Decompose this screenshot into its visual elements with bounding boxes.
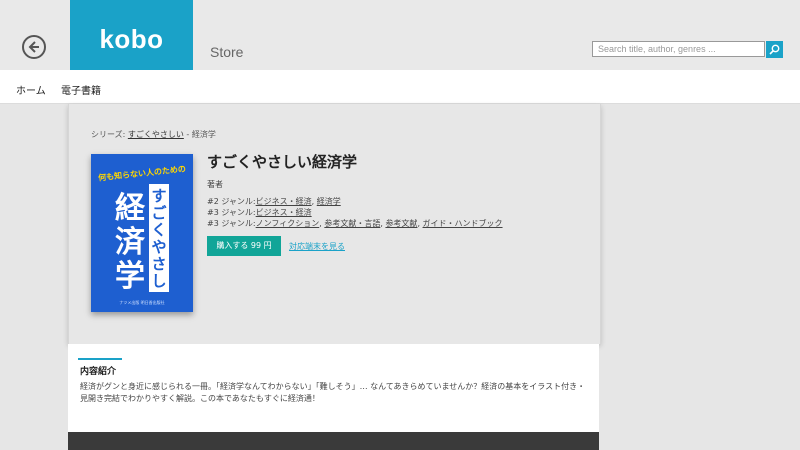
description-panel: 内容紹介 経済がグンと身近に感じられる一冊。「経済学なんてわからない」「難しそう… [68, 344, 599, 432]
cover-subtitle-box: すごくやさしい [149, 184, 169, 307]
genre-link[interactable]: 参考文献 [385, 219, 417, 228]
heading-accent [78, 358, 122, 360]
genre-link[interactable]: ビジネス・経済 [256, 208, 312, 217]
nav-item-home[interactable]: ホーム [16, 82, 46, 97]
breadcrumb-prefix: シリーズ: [91, 130, 126, 139]
search-icon [769, 44, 780, 55]
book-detail-panel: シリーズ: すごくやさしい - 経済学 何も知らない人のための 経済学 すごくや… [68, 104, 601, 344]
top-bar: kobo Store [0, 0, 800, 70]
cover-publisher: ナツメ出版 明日香出版社 [119, 300, 165, 305]
genre-prefix: #2 ジャンル: [207, 197, 256, 206]
logo-text: kobo [99, 24, 164, 54]
genre-prefix: #3 ジャンル: [207, 208, 256, 217]
genre-line: #2 ジャンル:ビジネス・経済, 経済学 [207, 197, 341, 206]
nav-bar: ホーム 電子書籍 [0, 70, 800, 104]
breadcrumb-series-link[interactable]: すごくやさしい [128, 130, 184, 139]
search-input[interactable] [592, 41, 765, 57]
back-icon[interactable] [22, 35, 46, 59]
cover-tagline: 何も知らない人のための [97, 164, 187, 183]
genre-line: #3 ジャンル:ノンフィクション, 参考文献・言語, 参考文献, ガイド・ハンド… [207, 219, 503, 228]
section-title: Store [210, 44, 244, 60]
breadcrumb: シリーズ: すごくやさしい - 経済学 [91, 129, 216, 140]
nav-item-ebooks[interactable]: 電子書籍 [61, 82, 101, 97]
breadcrumb-current: 経済学 [191, 130, 216, 139]
description-heading: 内容紹介 [80, 367, 117, 377]
buy-button[interactable]: 購入する 99 円 [207, 236, 281, 256]
book-title: すごくやさしい経済学 [207, 153, 358, 171]
genre-link[interactable]: 参考文献・言語 [324, 219, 380, 228]
search-button[interactable] [766, 41, 783, 58]
genre-link[interactable]: ガイド・ハンドブック [423, 219, 503, 228]
genre-line: #3 ジャンル:ビジネス・経済 [207, 207, 312, 218]
genre-link[interactable]: 経済学 [317, 197, 341, 206]
genre-link[interactable]: ビジネス・経済 [256, 197, 312, 206]
supported-devices-link[interactable]: 対応端末を見る [289, 241, 345, 252]
breadcrumb-separator: - [183, 130, 192, 139]
cover-title: 経済学 [115, 191, 145, 294]
footer-bar [68, 432, 599, 450]
description-text: 経済がグンと身近に感じられる一冊。「経済学なんてわからない」「難しそう」… なん… [80, 382, 586, 403]
genre-link[interactable]: ノンフィクション [256, 219, 320, 228]
cover-subtitle: すごくやさしい [151, 187, 167, 307]
author-label: 著者 [207, 180, 223, 189]
genre-prefix: #3 ジャンル: [207, 219, 256, 228]
book-cover[interactable]: 何も知らない人のための 経済学 すごくやさしい ナツメ出版 明日香出版社 [91, 154, 193, 312]
kobo-logo[interactable]: kobo [70, 0, 193, 70]
